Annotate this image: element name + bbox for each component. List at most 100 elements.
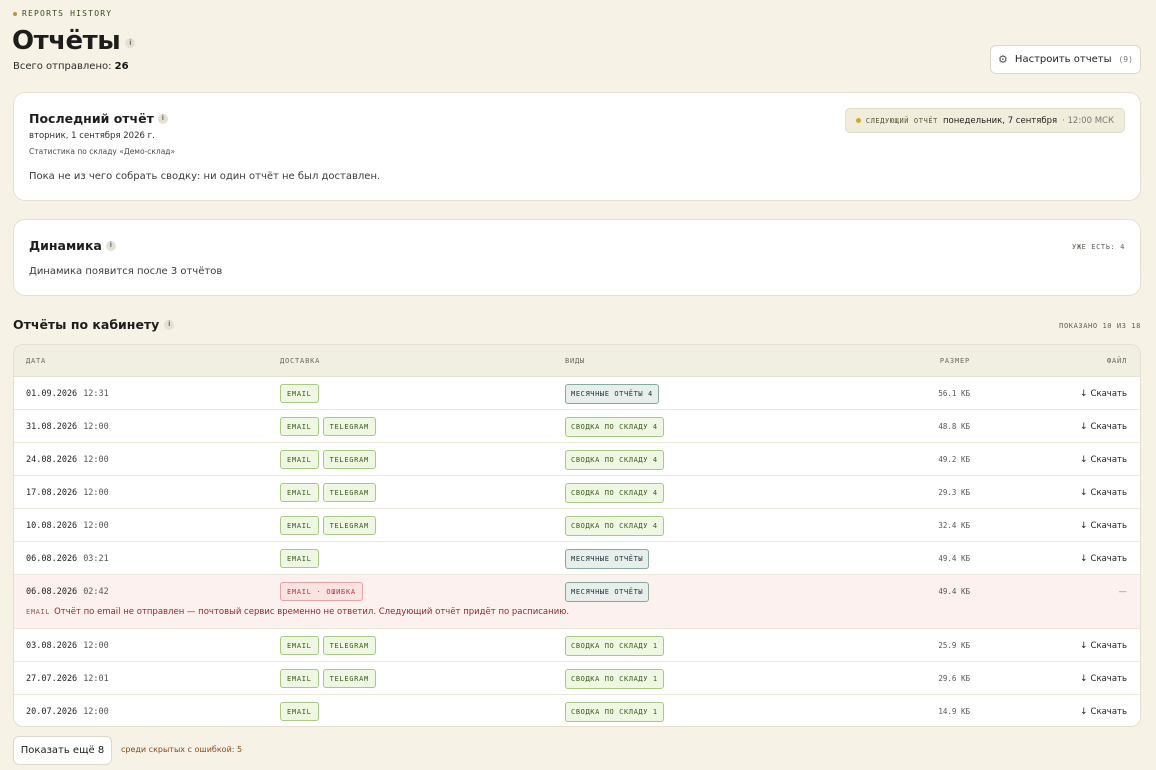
delivery-tag-telegram: TELEGRAM [322, 669, 376, 688]
row-date-value: 10.08.2026 [26, 520, 78, 531]
row-delivery: EMAIL [280, 542, 319, 575]
row-size: 25.9 КБ [938, 641, 970, 650]
table-row: 17.08.2026 12:00 EMAIL TELEGRAM СВОДКА ПО… [14, 476, 1140, 509]
row-date: 06.08.2026 03:21 [26, 542, 109, 575]
table-row: 03.08.2026 12:00 EMAIL TELEGRAM СВОДКА ПО… [14, 629, 1140, 662]
hidden-errors-note: среди скрытых с ошибкой: 5 [121, 745, 243, 754]
kind-badge: МЕСЯЧНЫЕ ОТЧЁТЫ [565, 548, 650, 569]
download-label: Скачать [1090, 553, 1127, 564]
page-title: Отчёты i [12, 26, 136, 56]
info-icon[interactable]: i [125, 38, 136, 48]
table-row: 24.08.2026 12:00 EMAIL TELEGRAM СВОДКА ПО… [14, 443, 1140, 476]
row-date-value: 06.08.2026 [26, 553, 78, 564]
row-size: 49.2 КБ [938, 455, 970, 464]
delivery-tag-email: EMAIL [280, 669, 319, 688]
download-arrow-icon: ↓ [1079, 421, 1088, 432]
download-link[interactable]: ↓ Скачать [1080, 410, 1127, 443]
row-size: 48.8 КБ [938, 422, 970, 431]
download-link[interactable]: ↓ Скачать [1080, 476, 1127, 509]
row-delivery: EMAIL TELEGRAM [280, 443, 376, 476]
delivery-error-tag: EMAIL · ОШИБКА [280, 582, 363, 601]
table-row: 06.08.2026 03:21 EMAIL МЕСЯЧНЫЕ ОТЧЁТЫ 4… [14, 542, 1140, 575]
column-file[interactable]: ФАЙЛ [1107, 357, 1127, 365]
table-row: 01.09.2026 12:31 EMAIL МЕСЯЧНЫЕ ОТЧЁТЫ 4… [14, 377, 1140, 410]
column-kinds[interactable]: ВИДЫ [565, 357, 585, 365]
dynamics-title-text: Динамика [29, 238, 102, 253]
download-arrow-icon: ↓ [1079, 553, 1088, 564]
column-size[interactable]: РАЗМЕР [940, 357, 970, 365]
row-size: 49.4 КБ [938, 587, 970, 596]
gear-icon: ⚙ [998, 53, 1008, 66]
show-more-button[interactable]: Показать ещё 8 [13, 736, 112, 765]
row-time-value: 12:00 [83, 421, 109, 432]
download-link[interactable]: ↓ Скачать [1080, 377, 1127, 410]
row-size: 49.4 КБ [938, 554, 970, 563]
row-time-value: 03:21 [83, 553, 109, 564]
row-kind: СВОДКА ПО СКЛАДУ 1 [565, 629, 664, 662]
row-size: 56.1 КБ [938, 389, 970, 398]
next-report-badge: СЛЕДУЮЩИЙ ОТЧЁТ понедельник, 7 сентября … [844, 108, 1125, 133]
download-link[interactable]: ↓ Скачать [1080, 662, 1127, 695]
kind-badge: СВОДКА ПО СКЛАДУ 1 [565, 668, 664, 689]
column-date[interactable]: ДАТА [26, 357, 46, 365]
row-date: 01.09.2026 12:31 [26, 377, 109, 410]
row-date-value: 31.08.2026 [26, 421, 78, 432]
last-report-card: Последний отчёт i вторник, 1 сентября 20… [13, 92, 1141, 201]
download-link[interactable]: ↓ Скачать [1080, 542, 1127, 575]
info-icon[interactable]: i [105, 240, 116, 251]
row-kind: МЕСЯЧНЫЕ ОТЧЁТЫ 4 [565, 377, 659, 410]
download-link[interactable]: ↓ Скачать [1080, 443, 1127, 476]
delivery-tag-email: EMAIL [280, 636, 319, 655]
table-body: 01.09.2026 12:31 EMAIL МЕСЯЧНЫЕ ОТЧЁТЫ 4… [14, 377, 1140, 726]
configure-reports-button[interactable]: ⚙ Настроить отчеты (9) [990, 45, 1141, 74]
delivery-tag-email: EMAIL [280, 549, 319, 568]
kind-badge: СВОДКА ПО СКЛАДУ 4 [565, 416, 664, 437]
row-time-value: 12:00 [83, 454, 109, 465]
next-report-time: · 12:00 МСК [1062, 115, 1114, 126]
download-label: Скачать [1090, 706, 1127, 717]
kind-badge: СВОДКА ПО СКЛАДУ 4 [565, 449, 664, 470]
kind-badge: СВОДКА ПО СКЛАДУ 4 [565, 482, 664, 503]
configure-reports-label: Настроить отчеты [1014, 54, 1112, 65]
table-row: 20.07.2026 12:00 EMAIL СВОДКА ПО СКЛАДУ … [14, 695, 1140, 726]
error-text: Отчёт по email не отправлен — почтовый с… [54, 607, 570, 617]
row-kind: СВОДКА ПО СКЛАДУ 4 [565, 476, 664, 509]
download-link[interactable]: ↓ Скачать [1079, 695, 1127, 726]
eyebrow-label: REPORTS HISTORY [22, 9, 113, 18]
dynamics-body: Динамика появится после 3 отчётов [29, 266, 223, 277]
section-title: Отчёты по кабинету i [13, 317, 175, 332]
row-time-value: 12:00 [83, 706, 109, 717]
kind-badge: СВОДКА ПО СКЛАДУ 1 [565, 635, 664, 656]
delivery-tag-email: EMAIL [280, 483, 319, 502]
download-arrow-icon: ↓ [1079, 520, 1088, 531]
row-size: 14.9 КБ [938, 707, 970, 716]
download-label: Скачать [1090, 640, 1127, 651]
row-kind: СВОДКА ПО СКЛАДУ 4 [565, 410, 664, 443]
download-label: Скачать [1090, 673, 1127, 684]
download-label: Скачать [1090, 454, 1127, 465]
info-icon[interactable]: i [157, 113, 168, 124]
download-link[interactable]: ↓ Скачать [1080, 629, 1127, 662]
delivery-tag-telegram: TELEGRAM [322, 636, 376, 655]
download-arrow-icon: ↓ [1079, 706, 1088, 717]
row-kind: СВОДКА ПО СКЛАДУ 1 [565, 662, 664, 695]
download-label: Скачать [1090, 421, 1127, 432]
column-delivery[interactable]: ДОСТАВКА [280, 357, 320, 365]
error-message: EMAIL Отчёт по email не отправлен — почто… [26, 607, 569, 617]
download-link[interactable]: ↓ Скачать [1080, 509, 1127, 542]
delivery-tag-email: EMAIL [280, 384, 319, 403]
delivery-tag-telegram: TELEGRAM [322, 483, 376, 502]
status-dot-icon [855, 118, 861, 123]
row-delivery: EMAIL TELEGRAM [280, 476, 376, 509]
row-time-value: 12:00 [83, 640, 109, 651]
table-row: 06.08.2026 02:42 EMAIL · ОШИБКА МЕСЯЧНЫЕ… [14, 575, 1140, 629]
total-sent-label: Всего отправлено: [13, 61, 112, 72]
row-delivery: EMAIL [280, 695, 319, 726]
download-label: Скачать [1090, 520, 1127, 531]
delivery-tag-telegram: TELEGRAM [322, 417, 376, 436]
info-icon[interactable]: i [164, 319, 175, 330]
last-report-body: Пока не из чего собрать сводку: ни один … [29, 171, 381, 182]
reports-table: ДАТА ДОСТАВКА ВИДЫ РАЗМЕР ФАЙЛ 01.09.202… [13, 344, 1141, 727]
table-row: 10.08.2026 12:00 EMAIL TELEGRAM СВОДКА ПО… [14, 509, 1140, 542]
row-date: 03.08.2026 12:00 [26, 629, 109, 662]
